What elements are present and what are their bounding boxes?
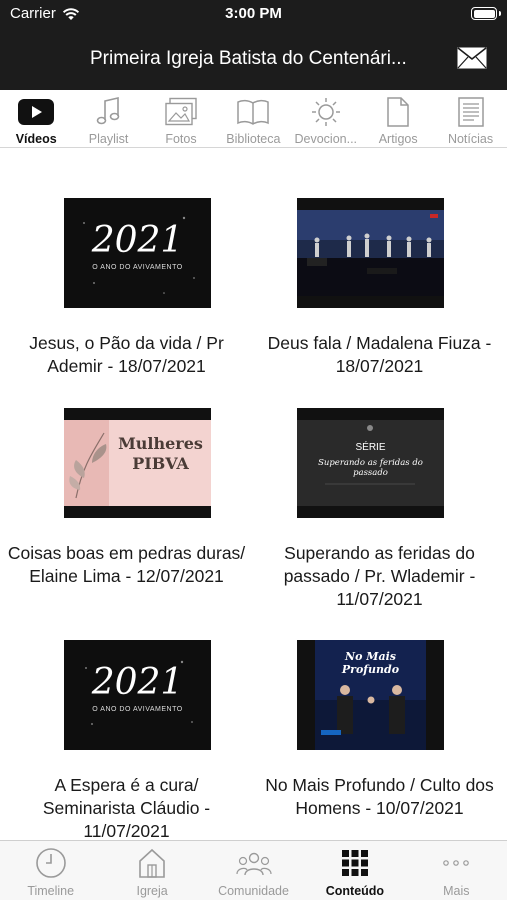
video-thumbnail: Mulheres PIBVA	[64, 408, 211, 518]
book-icon	[237, 99, 270, 125]
content-tabs: Vídeos Playlist Fotos Biblioteca Devocio…	[0, 90, 507, 148]
tab-playlist[interactable]: Playlist	[72, 90, 144, 148]
tab-label: Biblioteca	[226, 132, 281, 146]
tab-label: Devocion...	[294, 132, 358, 146]
video-grid: 2021 O ANO DO AVIVAMENTO Jesus, o Pão da…	[0, 148, 507, 840]
clock-icon	[35, 848, 66, 878]
thumbnail-subtitle: O ANO DO AVIVAMENTO	[92, 264, 183, 271]
video-card[interactable]: SÉRIE Superando as feridas do passado Su…	[253, 358, 506, 609]
more-dots-icon	[443, 860, 470, 866]
battery-icon	[471, 7, 501, 20]
bottom-tab-church[interactable]: Igreja	[101, 841, 202, 900]
video-title: A Espera é a cura/ Seminarista Cláudio -…	[42, 775, 211, 840]
video-thumbnail: 2021 O ANO DO AVIVAMENTO	[64, 640, 211, 750]
tab-photos[interactable]: Fotos	[145, 90, 217, 148]
bottom-tab-more[interactable]: Mais	[406, 841, 507, 900]
bottom-tab-label: Conteúdo	[325, 884, 385, 898]
navigation-bar: Primeira Igreja Batista do Centenári...	[0, 28, 507, 90]
video-thumbnail	[297, 198, 444, 308]
bottom-tab-content[interactable]: Conteúdo	[304, 841, 405, 900]
video-card[interactable]: Mulheres PIBVA Coisas boas em pedras dur…	[0, 358, 253, 590]
mail-button[interactable]	[457, 47, 487, 74]
thumbnail-subtitle: O ANO DO AVIVAMENTO	[92, 706, 183, 713]
thumbnail-year: 2021	[91, 662, 184, 703]
thumbnail-series: SÉRIE	[355, 442, 386, 453]
music-note-icon	[96, 96, 119, 125]
tab-articles[interactable]: Artigos	[362, 90, 434, 148]
thumbnail-title: No Mais Profundo	[341, 650, 400, 676]
video-thumbnail: No Mais Profundo	[297, 640, 444, 750]
church-icon	[139, 848, 165, 878]
grid-icon	[341, 850, 368, 876]
status-bar: Carrier 3:00 PM	[0, 0, 507, 28]
video-card[interactable]: 2021 O ANO DO AVIVAMENTO Jesus, o Pão da…	[0, 148, 253, 376]
sun-icon	[311, 98, 340, 126]
thumbnail-title: Mulheres PIBVA	[118, 434, 203, 473]
bottom-tab-community[interactable]: Comunidade	[203, 841, 304, 900]
bottom-tab-timeline[interactable]: Timeline	[0, 841, 101, 900]
tab-label: Notícias	[447, 132, 494, 146]
bottom-tab-label: Comunidade	[218, 884, 289, 898]
bottom-tab-label: Igreja	[136, 884, 168, 898]
community-icon	[235, 852, 272, 876]
tab-label: Playlist	[88, 132, 129, 146]
bottom-tab-label: Timeline	[27, 884, 75, 898]
envelope-icon	[457, 47, 487, 69]
video-thumbnail: 2021 O ANO DO AVIVAMENTO	[64, 198, 211, 308]
video-card[interactable]: 2021 O ANO DO AVIVAMENTO A Espera é a cu…	[0, 590, 253, 840]
bottom-tab-label: Mais	[443, 884, 470, 898]
tab-label: Vídeos	[15, 132, 57, 146]
clock-time: 3:00 PM	[225, 5, 282, 22]
page-title: Primeira Igreja Batista do Centenári...	[90, 48, 407, 69]
video-title: No Mais Profundo / Culto dos Homens - 10…	[265, 775, 494, 818]
document-icon	[387, 97, 409, 127]
thumbnail-year: 2021	[91, 220, 184, 261]
video-play-icon	[18, 99, 55, 125]
tab-library[interactable]: Biblioteca	[217, 90, 289, 148]
photos-icon	[165, 97, 197, 126]
video-thumbnail: SÉRIE Superando as feridas do passado	[297, 408, 444, 518]
video-card[interactable]: No Mais Profundo No Mais Profundo / Cult…	[253, 590, 506, 840]
video-card[interactable]: Deus fala / Madalena Fiuza - 18/07/2021	[253, 148, 506, 376]
tab-news[interactable]: Notícias	[434, 90, 506, 148]
bottom-tab-bar: Timeline Igreja Comunidade Conteúdo Mais	[0, 840, 507, 900]
tab-videos[interactable]: Vídeos	[0, 90, 72, 148]
tab-label: Fotos	[165, 132, 197, 146]
newspaper-icon	[457, 97, 484, 127]
thumbnail-subtitle: Superando as feridas do passado	[318, 458, 423, 478]
video-title: Coisas boas em pedras duras/ Elaine Lima…	[7, 543, 246, 586]
tab-label: Artigos	[378, 132, 418, 146]
tab-devotional[interactable]: Devocion...	[290, 90, 362, 148]
